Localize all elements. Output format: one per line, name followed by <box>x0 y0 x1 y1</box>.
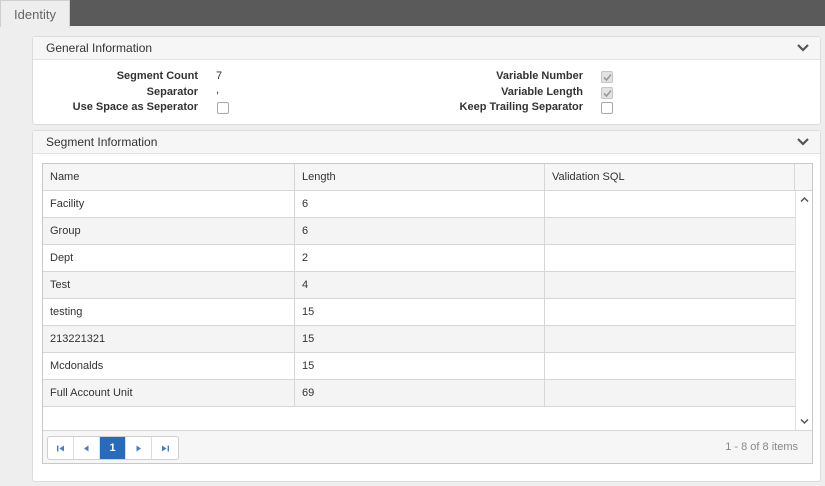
first-page-icon <box>57 445 64 451</box>
table-row[interactable]: Group 6 <box>43 218 795 245</box>
page-1-button[interactable]: 1 <box>100 437 126 459</box>
first-page-button[interactable] <box>48 437 74 459</box>
panel-title: General Information <box>46 41 153 55</box>
use-space-checkbox[interactable] <box>217 102 229 114</box>
check-icon <box>603 89 612 98</box>
separator-label: Separator <box>146 86 198 98</box>
cell-validation-sql[interactable] <box>545 326 795 352</box>
segment-count-label: Segment Count <box>116 70 198 82</box>
segment-information-header[interactable]: Segment Information <box>33 131 820 154</box>
cell-length[interactable]: 6 <box>295 218 545 244</box>
pager-info: 1 - 8 of 8 items <box>725 441 798 453</box>
table-row[interactable]: 213221321 15 <box>43 326 795 353</box>
grid-header: Name Length Validation SQL <box>43 164 812 191</box>
last-page-button[interactable] <box>152 437 178 459</box>
previous-page-icon <box>84 445 89 451</box>
cell-name[interactable]: Mcdonalds <box>43 353 295 379</box>
table-row[interactable]: Full Account Unit 69 <box>43 380 795 407</box>
grid-rows: Facility 6 Group 6 Dept 2 Test 4 testing <box>43 191 795 407</box>
cell-validation-sql[interactable] <box>545 191 795 217</box>
cell-length[interactable]: 2 <box>295 245 545 271</box>
cell-name[interactable]: Group <box>43 218 295 244</box>
general-information-panel: General Information Segment Count 7 Sepa… <box>32 36 821 125</box>
grid-pager: 1 1 - 8 of 8 items <box>43 430 812 463</box>
table-row[interactable]: Dept 2 <box>43 245 795 272</box>
cell-length[interactable]: 6 <box>295 191 545 217</box>
cell-name[interactable]: 213221321 <box>43 326 295 352</box>
next-page-button[interactable] <box>126 437 152 459</box>
table-row[interactable]: testing 15 <box>43 299 795 326</box>
use-space-label: Use Space as Seperator <box>72 101 198 113</box>
chevron-up-icon[interactable] <box>800 195 809 204</box>
column-header-name[interactable]: Name <box>43 164 295 190</box>
next-page-icon <box>136 445 141 451</box>
vertical-scrollbar[interactable] <box>795 191 812 431</box>
last-page-icon <box>161 445 169 451</box>
cell-length[interactable]: 69 <box>295 380 545 406</box>
cell-name[interactable]: Facility <box>43 191 295 217</box>
cell-length[interactable]: 15 <box>295 326 545 352</box>
previous-page-button[interactable] <box>74 437 100 459</box>
check-icon <box>603 73 612 82</box>
general-information-header[interactable]: General Information <box>33 37 820 60</box>
segment-grid: Name Length Validation SQL Facility 6 Gr… <box>42 163 813 464</box>
cell-validation-sql[interactable] <box>545 218 795 244</box>
tab-bar: Identity <box>0 0 825 27</box>
cell-validation-sql[interactable] <box>545 245 795 271</box>
cell-length[interactable]: 15 <box>295 299 545 325</box>
table-row[interactable]: Facility 6 <box>43 191 795 218</box>
column-header-length[interactable]: Length <box>295 164 545 190</box>
table-row[interactable]: Mcdonalds 15 <box>43 353 795 380</box>
cell-validation-sql[interactable] <box>545 353 795 379</box>
segment-count-value: 7 <box>216 70 223 82</box>
pager-buttons: 1 <box>47 436 179 460</box>
cell-length[interactable]: 4 <box>295 272 545 298</box>
column-header-validation-sql[interactable]: Validation SQL <box>545 164 795 190</box>
variable-length-checkbox[interactable] <box>601 87 613 99</box>
cell-validation-sql[interactable] <box>545 380 795 406</box>
panel-title: Segment Information <box>46 135 158 149</box>
keep-trailing-checkbox[interactable] <box>601 102 613 114</box>
segment-information-panel: Segment Information Name Length Validati… <box>32 130 821 482</box>
cell-validation-sql[interactable] <box>545 299 795 325</box>
variable-number-label: Variable Number <box>496 70 583 82</box>
chevron-down-icon[interactable] <box>796 41 810 55</box>
variable-length-label: Variable Length <box>501 86 583 98</box>
chevron-down-icon[interactable] <box>796 135 810 149</box>
variable-number-checkbox[interactable] <box>601 71 613 83</box>
table-row[interactable]: Test 4 <box>43 272 795 299</box>
separator-value: , <box>216 84 220 96</box>
cell-name[interactable]: testing <box>43 299 295 325</box>
cell-name[interactable]: Dept <box>43 245 295 271</box>
cell-name[interactable]: Full Account Unit <box>43 380 295 406</box>
chevron-down-icon[interactable] <box>800 417 809 426</box>
cell-name[interactable]: Test <box>43 272 295 298</box>
cell-validation-sql[interactable] <box>545 272 795 298</box>
keep-trailing-label: Keep Trailing Separator <box>459 101 583 113</box>
tab-identity[interactable]: Identity <box>0 0 70 27</box>
cell-length[interactable]: 15 <box>295 353 545 379</box>
